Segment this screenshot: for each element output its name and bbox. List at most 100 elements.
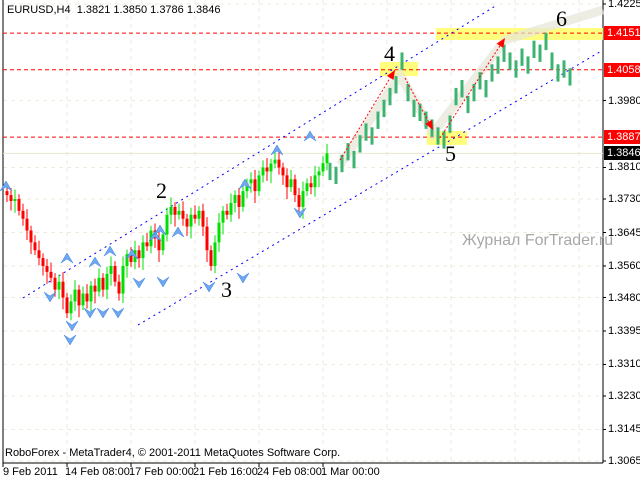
candle-body <box>33 242 37 251</box>
forecast-bar <box>466 95 470 114</box>
candle-body <box>293 179 297 196</box>
candle-body <box>181 210 185 219</box>
candle-body <box>9 195 13 201</box>
chart-header: EURUSD,H4 1.3821 1.3850 1.3786 1.3846 <box>7 4 221 16</box>
price-tick-label: 1.3395 <box>608 324 640 337</box>
candle-body <box>189 214 193 227</box>
candle-body <box>197 210 201 219</box>
candle-body <box>253 179 257 192</box>
forecast-bar <box>496 56 500 74</box>
candle-body <box>89 285 93 302</box>
candle-body <box>29 230 33 243</box>
candle-body <box>161 234 165 251</box>
forecast-bar <box>394 76 398 94</box>
candle-body <box>193 214 197 219</box>
open-value: 1.3821 <box>76 4 111 16</box>
candle-body <box>97 277 101 292</box>
price-tick-label: 1.3230 <box>608 389 640 402</box>
candle-body <box>49 271 53 278</box>
level-tag-3: 1.3887 <box>604 130 640 144</box>
candle-body <box>225 210 229 215</box>
time-tick-label: 21 Feb 16:00 <box>193 466 258 478</box>
forecast-bar <box>532 40 536 58</box>
fractal-down-icon <box>63 334 77 346</box>
candle-body <box>121 265 125 294</box>
candle-body <box>77 289 81 306</box>
forecast-bar <box>568 68 572 86</box>
candle-body <box>41 258 45 266</box>
candle-body <box>269 163 273 172</box>
candle-body <box>205 226 209 251</box>
channel-upper-line <box>22 4 498 299</box>
level-tag-1: 1.4151 <box>604 26 640 40</box>
candle-body <box>277 159 281 168</box>
candle-body <box>301 191 305 207</box>
time-tick-label: 14 Feb 08:00 <box>65 466 130 478</box>
forecast-bar <box>538 44 542 62</box>
fractal-down-icon <box>111 307 125 319</box>
candle-body <box>201 210 205 227</box>
forecast-bar <box>526 56 530 74</box>
candle-body <box>165 214 169 235</box>
candle-body <box>73 289 77 302</box>
time-tick-label: 1 Mar 00:00 <box>321 466 380 478</box>
price-tick-label: 1.3730 <box>608 193 640 205</box>
current-price-tag: 1.3846 <box>604 146 640 160</box>
forecast-bar <box>556 64 560 82</box>
candle-body <box>45 265 49 272</box>
forecast-bar <box>358 135 362 153</box>
forecast-bar <box>340 154 344 173</box>
close-value: 1.3846 <box>186 4 221 16</box>
fractal-up-icon <box>60 252 74 264</box>
candle-body <box>57 281 61 290</box>
price-tick-label: 1.3065 <box>608 455 640 467</box>
candle-body <box>13 199 17 201</box>
candle-body <box>281 167 285 176</box>
forecast-bar <box>484 80 488 98</box>
chart-window: EURUSD,H4 1.3821 1.3850 1.3786 1.3846 Жу… <box>0 0 640 480</box>
forecast-bar <box>478 72 482 90</box>
forecast-bar <box>550 52 554 70</box>
wave-label-5: 5 <box>445 141 456 166</box>
price-tick-label: 1.3145 <box>608 423 640 436</box>
fractal-down-icon <box>236 272 250 284</box>
candle-body <box>285 175 289 188</box>
fractal-up-icon <box>153 224 167 236</box>
fractal-down-icon <box>96 307 110 319</box>
price-tick-label: 1.3560 <box>608 259 640 272</box>
forecast-bar <box>490 64 494 82</box>
forecast-bar <box>520 48 524 66</box>
wave-label-3: 3 <box>221 277 232 302</box>
fractal-down-icon <box>202 281 216 293</box>
forecast-bar <box>454 87 458 106</box>
forecast-bar <box>514 60 518 78</box>
fractal-up-icon <box>0 180 13 192</box>
wave-label-4: 4 <box>384 41 395 66</box>
forecast-bar <box>400 52 404 70</box>
candle-body <box>137 250 141 259</box>
candle-body <box>105 273 109 290</box>
candle-body <box>317 171 321 176</box>
candle-body <box>321 163 325 172</box>
candle-body <box>169 206 173 215</box>
candle-body <box>141 242 145 259</box>
candle-body <box>221 210 225 223</box>
fractal-down-icon <box>293 207 307 219</box>
candle-body <box>177 210 181 215</box>
forecast-bar <box>370 127 374 145</box>
candle-body <box>233 195 237 203</box>
candle-body <box>113 265 117 282</box>
fractal-up-icon <box>103 245 117 257</box>
candle-body <box>229 202 233 215</box>
forecast-bar <box>412 99 416 118</box>
price-tick-label: 1.3645 <box>608 226 640 239</box>
candle-body <box>261 167 265 176</box>
candle-body <box>53 277 57 290</box>
candle-body <box>145 242 149 247</box>
candle-body <box>117 281 121 294</box>
candle-body <box>65 297 69 314</box>
forecast-bar <box>460 80 464 98</box>
copyright-text: RoboForex - MetaTrader4, © 2001-2011 Met… <box>5 447 341 459</box>
candle-body <box>249 179 253 184</box>
candle-body <box>17 199 21 211</box>
